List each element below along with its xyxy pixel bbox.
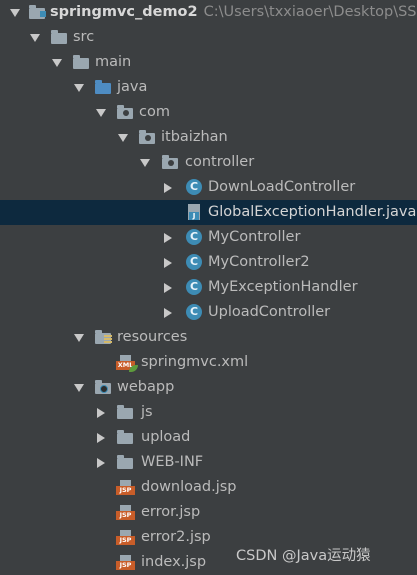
expand-arrow-icon[interactable] — [94, 400, 108, 425]
project-tree: springmvc_demo2 C:\Users\txxiaoer\Desktop… — [0, 0, 417, 575]
tree-row-project[interactable]: springmvc_demo2 C:\Users\txxiaoer\Desktop… — [0, 0, 417, 25]
collapse-arrow-icon[interactable] — [72, 325, 86, 350]
tree-row-main[interactable]: main — [0, 50, 417, 75]
package-icon — [161, 154, 179, 171]
module-badge-icon — [40, 11, 46, 17]
file-label-jsp: error.jsp — [141, 504, 201, 520]
tree-row-web-inf[interactable]: WEB-INF — [0, 450, 417, 475]
class-icon: C — [185, 229, 203, 246]
folder-label-webapp: webapp — [117, 379, 175, 395]
tree-row-class[interactable]: C MyController — [0, 225, 417, 250]
class-label: MyController2 — [208, 254, 310, 270]
tree-row-upload[interactable]: upload — [0, 425, 417, 450]
package-label-controller: controller — [185, 154, 255, 170]
collapse-arrow-icon[interactable] — [138, 150, 152, 175]
collapse-arrow-icon[interactable] — [72, 375, 86, 400]
expand-arrow-icon[interactable] — [161, 300, 175, 325]
class-icon: C — [185, 279, 203, 296]
collapse-arrow-icon[interactable] — [50, 50, 64, 75]
tree-row-class[interactable]: C DownLoadController — [0, 175, 417, 200]
tree-row-class[interactable]: C MyExceptionHandler — [0, 275, 417, 300]
web-folder-icon — [94, 379, 112, 396]
collapse-arrow-icon[interactable] — [72, 75, 86, 100]
tree-row-webapp[interactable]: webapp — [0, 375, 417, 400]
java-file-icon — [185, 204, 203, 221]
file-label-jsp: download.jsp — [141, 479, 237, 495]
tree-row-class[interactable]: C MyController2 — [0, 250, 417, 275]
class-label: UploadController — [208, 304, 331, 320]
folder-label-resources: resources — [117, 329, 188, 345]
jsp-file-icon: JSP — [116, 529, 135, 546]
tree-row-java[interactable]: java — [0, 75, 417, 100]
package-icon — [138, 129, 156, 146]
folder-icon — [72, 54, 90, 71]
tree-row-com[interactable]: com — [0, 100, 417, 125]
xml-file-icon: XML — [116, 354, 138, 372]
class-label: DownLoadController — [208, 179, 356, 195]
expand-arrow-icon[interactable] — [161, 225, 175, 250]
class-icon: C — [185, 254, 203, 271]
folder-icon — [50, 29, 68, 46]
package-label-itbaizhan: itbaizhan — [161, 129, 228, 145]
tree-row-class[interactable]: C UploadController — [0, 300, 417, 325]
file-label-jsp: index.jsp — [141, 554, 207, 570]
resources-folder-icon — [94, 329, 112, 346]
package-label-com: com — [139, 104, 170, 120]
tree-row-resources[interactable]: resources — [0, 325, 417, 350]
tree-row-jsp-file[interactable]: JSP error.jsp — [0, 500, 417, 525]
folder-icon — [116, 404, 134, 421]
expand-arrow-icon[interactable] — [94, 450, 108, 475]
project-name: springmvc_demo2 — [50, 4, 198, 20]
jsp-file-icon: JSP — [116, 504, 135, 521]
file-label-jsp: error2.jsp — [141, 529, 211, 545]
source-folder-icon — [94, 79, 112, 96]
class-label: MyController — [208, 229, 301, 245]
class-icon: C — [185, 304, 203, 321]
tree-row-src[interactable]: src — [0, 25, 417, 50]
folder-label-web-inf: WEB-INF — [141, 454, 204, 470]
tree-row-js[interactable]: js — [0, 400, 417, 425]
expand-arrow-icon[interactable] — [94, 425, 108, 450]
project-path: C:\Users\txxiaoer\Desktop\SSI — [203, 4, 417, 20]
folder-icon — [116, 454, 134, 471]
file-label-springmvc-xml: springmvc.xml — [141, 354, 249, 370]
module-folder-icon — [28, 4, 46, 21]
project-label: springmvc_demo2 C:\Users\txxiaoer\Desktop… — [50, 0, 417, 25]
java-file-label: GlobalExceptionHandler.java — [208, 204, 417, 220]
expand-arrow-icon[interactable] — [161, 275, 175, 300]
jsp-file-icon: JSP — [116, 554, 135, 571]
collapse-arrow-icon[interactable] — [116, 125, 130, 150]
package-icon — [116, 104, 134, 121]
class-icon: C — [185, 179, 203, 196]
collapse-arrow-icon[interactable] — [8, 0, 22, 25]
folder-label-js: js — [141, 404, 153, 420]
folder-label-java: java — [117, 79, 148, 95]
expand-arrow-icon[interactable] — [161, 250, 175, 275]
tree-row-itbaizhan[interactable]: itbaizhan — [0, 125, 417, 150]
collapse-arrow-icon[interactable] — [28, 25, 42, 50]
expand-arrow-icon[interactable] — [161, 175, 175, 200]
folder-icon — [116, 429, 134, 446]
tree-row-xml-file[interactable]: XML springmvc.xml — [0, 350, 417, 375]
tree-row-jsp-file[interactable]: JSP download.jsp — [0, 475, 417, 500]
class-label: MyExceptionHandler — [208, 279, 358, 295]
jsp-file-icon: JSP — [116, 479, 135, 496]
tree-row-java-file-selected[interactable]: GlobalExceptionHandler.java — [0, 200, 417, 225]
tree-row-controller[interactable]: controller — [0, 150, 417, 175]
folder-label-src: src — [73, 29, 95, 45]
folder-label-upload: upload — [141, 429, 191, 445]
collapse-arrow-icon[interactable] — [94, 100, 108, 125]
watermark-text: CSDN @Java运动猿 — [236, 548, 371, 564]
folder-label-main: main — [95, 54, 132, 70]
